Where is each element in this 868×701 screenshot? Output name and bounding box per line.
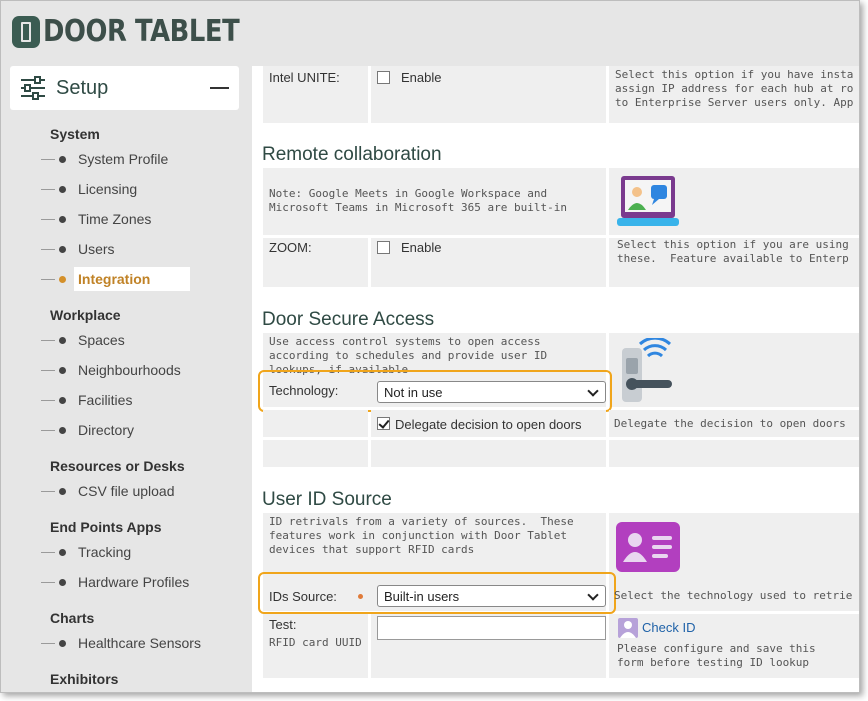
delegate-label: Delegate decision to open doors <box>395 417 582 432</box>
bullet-icon <box>59 548 66 556</box>
bullet-icon <box>59 155 66 163</box>
sidebar-item-time-zones[interactable]: Time Zones <box>41 206 151 232</box>
sidebar-item-integration[interactable]: Integration <box>41 266 191 292</box>
intel-unite-checkbox[interactable] <box>377 71 390 84</box>
bullet-icon <box>59 215 66 223</box>
ids-source-highlight <box>258 572 616 614</box>
door-secure-access-title: Door Secure Access <box>262 309 435 330</box>
nav-group-exhibitors: Exhibitors <box>50 671 119 687</box>
remote-collaboration-title: Remote collaboration <box>262 144 442 165</box>
delegate-checkbox[interactable] <box>377 417 390 430</box>
bullet-icon <box>59 185 66 193</box>
door-access-description: Use access control systems to open acces… <box>269 335 548 375</box>
intel-unite-enable-label: Enable <box>401 70 442 85</box>
id-card-icon <box>616 522 680 572</box>
sidebar-item-users[interactable]: Users <box>41 236 115 262</box>
sidebar-item-facilities[interactable]: Facilities <box>41 387 132 413</box>
check-id-note: Please configure and save this form befo… <box>617 642 816 669</box>
collapse-minus-icon[interactable] <box>210 87 229 89</box>
bullet-icon <box>59 245 66 253</box>
intel-unite-description: Select this option if you have insta ass… <box>615 68 854 109</box>
bullet-icon <box>59 426 66 434</box>
user-id-description: ID retrivals from a variety of sources. … <box>269 515 574 556</box>
sidebar-item-healthcare-sensors[interactable]: Healthcare Sensors <box>41 630 201 656</box>
test-sublabel: RFID card UUID <box>269 636 362 649</box>
zoom-enable-label: Enable <box>401 240 442 255</box>
id-user-icon <box>618 618 638 638</box>
nav-group-system: System <box>50 126 100 142</box>
bullet-icon <box>59 396 66 404</box>
bullet-icon <box>59 275 66 283</box>
setup-section-header[interactable]: Setup <box>10 66 239 110</box>
nav-group-charts: Charts <box>50 610 95 626</box>
door-logo-icon <box>12 15 40 48</box>
nav-group-resources: Resources or Desks <box>50 458 185 474</box>
sidebar-item-tracking[interactable]: Tracking <box>41 539 131 565</box>
test-label: Test: <box>269 617 297 632</box>
technology-highlight <box>258 370 612 412</box>
zoom-label: ZOOM: <box>269 240 312 255</box>
sidebar-item-system-profile[interactable]: System Profile <box>41 146 168 172</box>
smart-lock-icon <box>622 338 672 402</box>
remote-note: Note: Google Meets in Google Workspace a… <box>269 187 568 214</box>
video-call-icon <box>617 176 679 226</box>
nav-group-workplace: Workplace <box>50 307 121 323</box>
user-id-source-title: User ID Source <box>262 489 392 510</box>
sidebar-item-directory[interactable]: Directory <box>41 417 134 443</box>
zoom-description: Select this option if you are using thes… <box>617 238 849 265</box>
bullet-icon <box>59 366 66 374</box>
sidebar-item-csv-upload[interactable]: CSV file upload <box>41 478 175 504</box>
brand-logo[interactable]: DOOR TABLET <box>12 14 271 49</box>
bullet-icon <box>59 639 66 647</box>
setup-label: Setup <box>56 76 109 99</box>
bullet-icon <box>59 336 66 344</box>
brand-name: DOOR TABLET <box>43 14 240 49</box>
check-id-link[interactable]: Check ID <box>642 620 695 635</box>
ids-source-description: Select the technology used to retrie <box>614 589 853 602</box>
intel-unite-label: Intel UNITE: <box>269 70 340 85</box>
sidebar-item-licensing[interactable]: Licensing <box>41 176 137 202</box>
rfid-test-input[interactable] <box>377 616 606 640</box>
nav-group-endpoints: End Points Apps <box>50 519 162 535</box>
integration-form: Intel UNITE: Enable Select this option i… <box>252 66 859 692</box>
sidebar-item-spaces[interactable]: Spaces <box>41 327 125 353</box>
sidebar-item-hardware-profiles[interactable]: Hardware Profiles <box>41 569 189 595</box>
zoom-checkbox[interactable] <box>377 241 390 254</box>
bullet-icon <box>59 487 66 495</box>
bullet-icon <box>59 578 66 586</box>
sliders-icon <box>21 76 45 100</box>
delegate-description: Delegate the decision to open doors <box>614 417 846 430</box>
app-window: DOOR TABLET Setup System System Profile … <box>0 0 860 693</box>
sidebar-item-neighbourhoods[interactable]: Neighbourhoods <box>41 357 181 383</box>
